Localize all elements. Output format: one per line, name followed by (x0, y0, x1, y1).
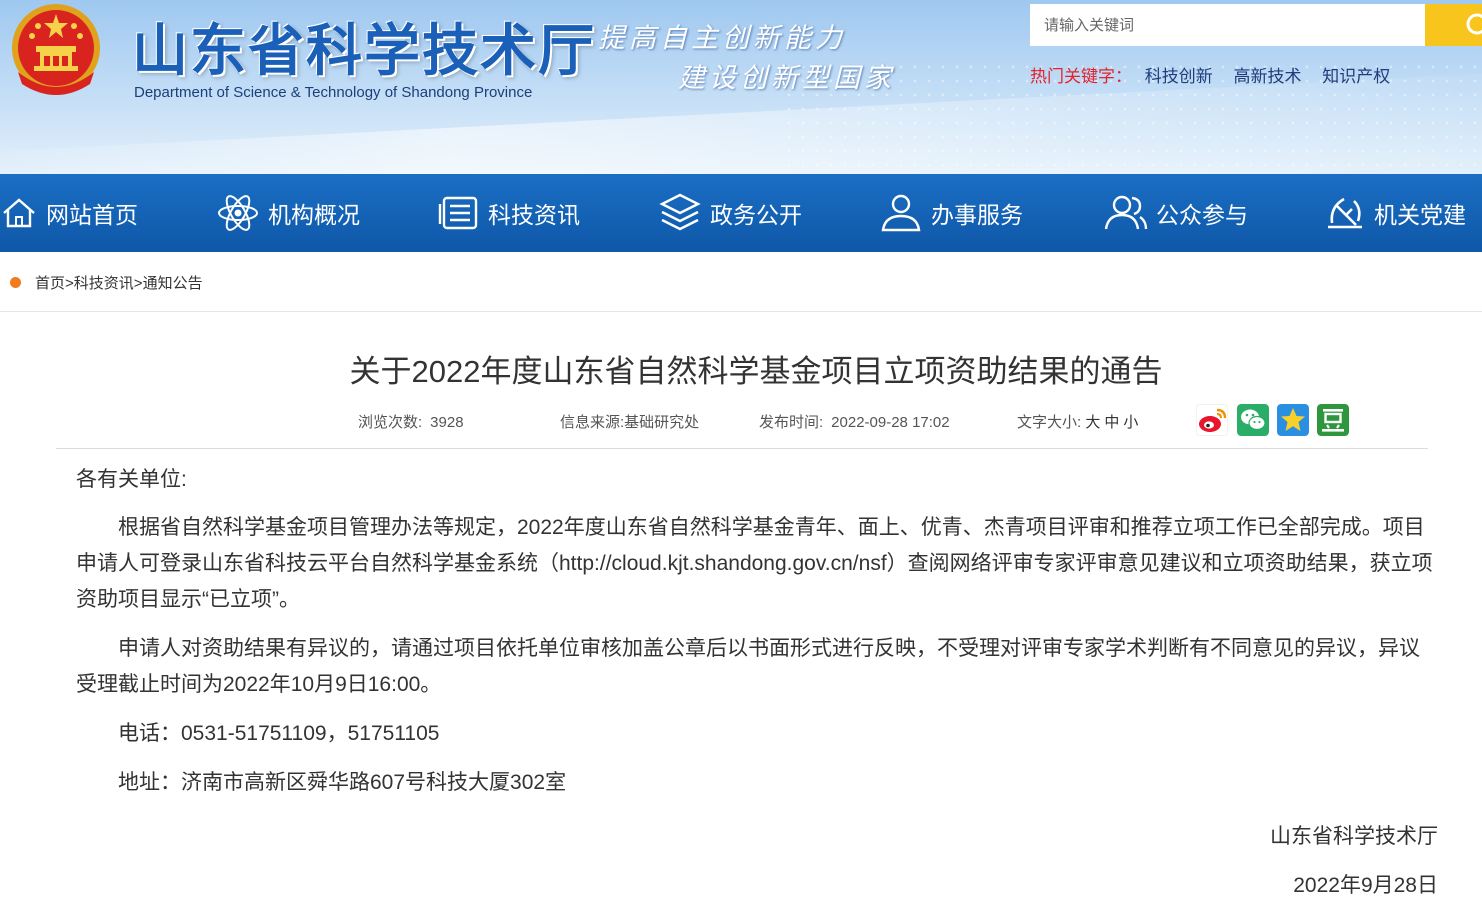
breadcrumb-link-home[interactable]: 首页 (35, 275, 65, 292)
nav-item-gov-affairs[interactable]: 政务公开 (658, 174, 802, 252)
wechat-icon[interactable] (1237, 404, 1269, 436)
nav-item-home[interactable]: 网站首页 (0, 174, 138, 252)
douban-icon[interactable] (1317, 404, 1349, 436)
greeting: 各有关单位: (76, 468, 187, 491)
contact-address: 地址：济南市高新区舜华路607号科技大厦302室 (118, 771, 567, 794)
nav-item-organization[interactable]: 机构概况 (216, 174, 360, 252)
view-count-label: 浏览次数: (358, 414, 423, 431)
article-title: 关于2022年度山东省自然科学基金项目立项资助结果的通告 (349, 354, 1163, 389)
search-input[interactable] (1030, 4, 1425, 46)
hot-keyword-link[interactable]: 高新技术 (1233, 67, 1301, 86)
info-source-value: 基础研究处 (624, 414, 700, 431)
paragraph-2: 申请人对资助结果有异议的，请通过项目依托单位审核加盖公章后以书面形式进行反映，不… (76, 637, 1420, 696)
home-icon (3, 198, 35, 228)
site-subtitle-english: Department of Science & Technology of Sh… (134, 84, 533, 101)
search-button[interactable] (1425, 4, 1482, 46)
view-count: 浏览次数: 3928 (358, 411, 464, 432)
title-divider (56, 448, 1428, 449)
nav-item-party-building[interactable]: 机关党建 (1322, 174, 1466, 252)
nav-label: 政务公开 (710, 202, 802, 228)
publish-time: 发布时间: 2022-09-28 17:02 (759, 411, 950, 432)
breadcrumb-separator: > (65, 275, 74, 292)
nav-label: 网站首页 (46, 202, 138, 228)
breadcrumb-path: 首页>科技资讯>通知公告 (35, 272, 203, 293)
nav-label: 科技资讯 (488, 202, 580, 228)
group-icon (1104, 195, 1148, 230)
breadcrumb-separator: > (133, 275, 143, 292)
hot-keywords: 热门关键字： 科技创新 高新技术 知识产权 (1030, 62, 1406, 87)
breadcrumb-link-tech-news[interactable]: 科技资讯 (74, 275, 134, 292)
nav-label: 机关党建 (1374, 202, 1466, 228)
info-source-label: 信息来源: (560, 414, 625, 431)
nav-item-tech-news[interactable]: 科技资讯 (438, 174, 580, 252)
main-nav: 网站首页 机构概况 科技资讯 政务公开 办事服务 公众参与 机关党建 (0, 174, 1482, 252)
nav-item-services[interactable]: 办事服务 (879, 174, 1023, 252)
weibo-icon[interactable] (1196, 404, 1228, 436)
header-banner: 山东省科学技术厅 Department of Science & Technol… (0, 0, 1482, 174)
site-title[interactable]: 山东省科学技术厅 (132, 6, 596, 87)
font-size-label: 文字大小: (1017, 414, 1082, 431)
national-emblem-icon (12, 4, 100, 95)
article-body: 各有关单位: 根据省自然科学基金项目管理办法等规定，2022年度山东省自然科学基… (76, 462, 1438, 814)
breadcrumb-link-notices[interactable]: 通知公告 (143, 275, 203, 292)
font-size-small-button[interactable]: 小 (1123, 414, 1138, 431)
font-size-control: 文字大小: 大中小 (1017, 411, 1142, 432)
search-icon (1466, 13, 1482, 35)
party-emblem-icon (1328, 197, 1362, 229)
publish-time-value: 2022-09-28 17:02 (831, 414, 950, 431)
hot-keywords-label: 热门关键字： (1030, 67, 1132, 86)
contact-phone: 电话：0531-51751109，51751105 (118, 722, 440, 745)
font-size-medium-button[interactable]: 中 (1104, 414, 1119, 431)
qzone-icon[interactable] (1277, 404, 1309, 436)
signature-org: 山东省科学技术厅 (1270, 825, 1438, 848)
slogan-line-2: 建设创新型国家 (678, 63, 895, 94)
info-source: 信息来源:基础研究处 (560, 411, 699, 432)
atom-icon (218, 195, 258, 231)
news-list-icon (438, 196, 478, 230)
nav-item-public-participation[interactable]: 公众参与 (1104, 174, 1248, 252)
breadcrumb-dot-icon (10, 277, 21, 288)
layers-icon (659, 193, 701, 231)
nav-label: 机构概况 (268, 202, 360, 228)
hot-keyword-link[interactable]: 科技创新 (1145, 67, 1213, 86)
nav-label: 公众参与 (1156, 202, 1248, 228)
nav-label: 办事服务 (931, 202, 1023, 228)
signature-date: 2022年9月28日 (1293, 874, 1438, 897)
hot-keyword-link[interactable]: 知识产权 (1322, 67, 1390, 86)
slogan-line-1: 提高自主创新能力 (598, 23, 846, 54)
publish-time-label: 发布时间: (759, 414, 824, 431)
view-count-value: 3928 (430, 414, 464, 431)
user-service-icon (881, 194, 921, 232)
paragraph-1: 根据省自然科学基金项目管理办法等规定，2022年度山东省自然科学基金青年、面上、… (76, 516, 1433, 611)
breadcrumb: 首页>科技资讯>通知公告 (0, 252, 1482, 312)
font-size-large-button[interactable]: 大 (1085, 414, 1100, 431)
